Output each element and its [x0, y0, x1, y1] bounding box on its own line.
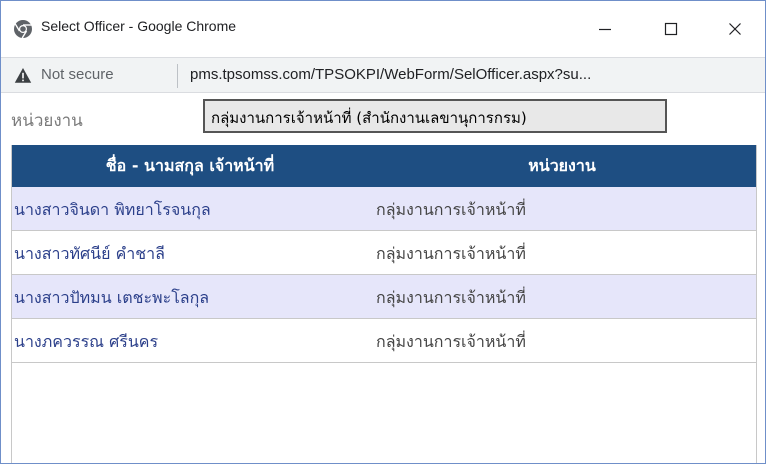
- close-icon: [729, 23, 741, 35]
- grid-header: ชื่อ - นามสกุล เจ้าหน้าที่ หน่วยงาน: [12, 145, 756, 187]
- department-label: หน่วยงาน: [11, 111, 83, 131]
- warning-icon[interactable]: [14, 67, 32, 84]
- address-bar[interactable]: Not secure pms.tpsomss.com/TPSOKPI/WebFo…: [1, 57, 765, 93]
- table-row[interactable]: นางภควรรณ ศรีนคร กลุ่มงานการเจ้าหน้าที่: [12, 319, 756, 363]
- officer-department: กลุ่มงานการเจ้าหน้าที่: [376, 244, 526, 263]
- department-field[interactable]: กลุ่มงานการเจ้าหน้าที่ (สำนักงานเลขานุกา…: [203, 99, 667, 133]
- officer-name[interactable]: นางสาวจินดา พิทยาโรจนกุล: [14, 198, 211, 223]
- filter-row: หน่วยงาน กลุ่มงานการเจ้าหน้าที่ (สำนักงา…: [1, 93, 765, 141]
- officer-department: กลุ่มงานการเจ้าหน้าที่: [376, 332, 526, 351]
- minimize-button[interactable]: [587, 11, 623, 47]
- officer-name[interactable]: นางสาวทัศนีย์ คำชาลี: [14, 242, 165, 267]
- officer-department: กลุ่มงานการเจ้าหน้าที่: [376, 288, 526, 307]
- address-separator: [177, 64, 178, 88]
- table-row[interactable]: นางสาวปัทมน เตชะพะโลกุล กลุ่มงานการเจ้าห…: [12, 275, 756, 319]
- close-button[interactable]: [717, 11, 753, 47]
- security-label[interactable]: Not secure: [41, 66, 114, 83]
- officer-grid: ชื่อ - นามสกุล เจ้าหน้าที่ หน่วยงาน นางส…: [11, 145, 757, 463]
- minimize-icon: [599, 28, 611, 31]
- officer-department: กลุ่มงานการเจ้าหน้าที่: [376, 200, 526, 219]
- column-header-department: หน่วยงาน: [528, 155, 596, 175]
- maximize-icon: [664, 22, 678, 36]
- maximize-button[interactable]: [653, 11, 689, 47]
- officer-name[interactable]: นางสาวปัทมน เตชะพะโลกุล: [14, 286, 209, 311]
- table-row[interactable]: นางสาวจินดา พิทยาโรจนกุล กลุ่มงานการเจ้า…: [12, 187, 756, 231]
- window-title: Select Officer - Google Chrome: [41, 18, 237, 34]
- chrome-icon: [13, 19, 33, 39]
- page-content: หน่วยงาน กลุ่มงานการเจ้าหน้าที่ (สำนักงา…: [1, 93, 765, 463]
- table-row[interactable]: นางสาวทัศนีย์ คำชาลี กลุ่มงานการเจ้าหน้า…: [12, 231, 756, 275]
- officer-name[interactable]: นางภควรรณ ศรีนคร: [14, 330, 158, 355]
- url-text[interactable]: pms.tpsomss.com/TPSOKPI/WebForm/SelOffic…: [190, 66, 760, 83]
- column-header-name: ชื่อ - นามสกุล เจ้าหน้าที่: [105, 155, 275, 175]
- title-bar[interactable]: Select Officer - Google Chrome: [1, 1, 765, 57]
- browser-window: Select Officer - Google Chrome Not secur…: [0, 0, 766, 464]
